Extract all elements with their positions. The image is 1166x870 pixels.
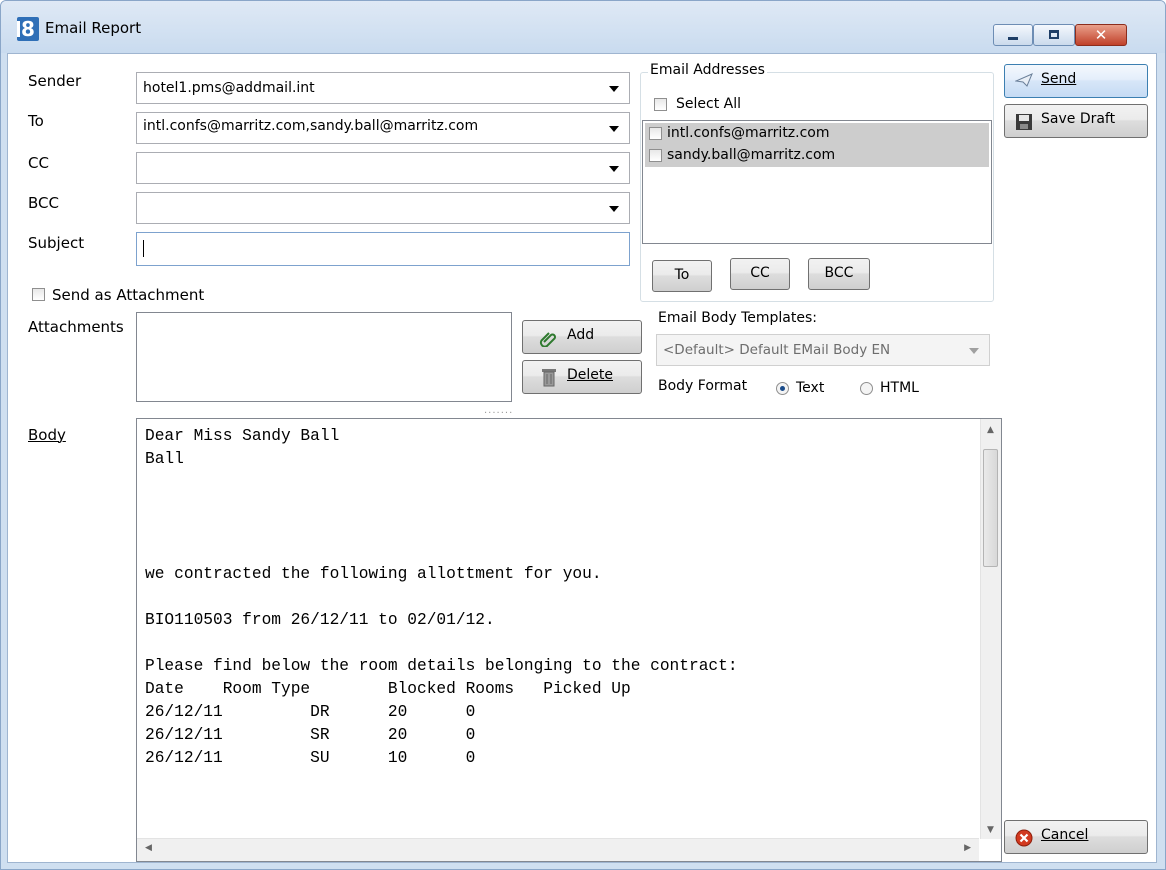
delete-label: Delete (567, 367, 613, 383)
templates-label: Email Body Templates: (658, 310, 817, 326)
dialog-client-area: Sender hotel1.pms@addmail.int To intl.co… (7, 53, 1157, 863)
title-bar[interactable]: 8 Email Report ✕ (1, 1, 1165, 53)
close-icon: ✕ (1094, 26, 1108, 44)
chevron-down-icon (609, 166, 619, 172)
chevron-down-icon (609, 86, 619, 92)
add-bcc-button[interactable]: BCC (808, 258, 870, 290)
horizontal-scrollbar[interactable]: ◀ ▶ (137, 838, 979, 861)
bcc-label: BCC (28, 194, 59, 212)
html-format-radio[interactable] (860, 382, 873, 395)
minimize-button[interactable] (993, 24, 1033, 46)
cc-label: CC (28, 154, 49, 172)
templates-combo[interactable]: <Default> Default EMail Body EN (656, 334, 990, 366)
to-combo[interactable]: intl.confs@marritz.com,sandy.ball@marrit… (136, 112, 630, 144)
subject-label: Subject (28, 234, 85, 252)
text-format-label: Text (796, 380, 825, 396)
email-addresses-title: Email Addresses (648, 62, 767, 78)
scroll-up-icon: ▲ (987, 425, 994, 435)
save-disk-icon (1016, 114, 1032, 130)
address-checkbox[interactable] (649, 149, 662, 162)
scroll-down-icon: ▼ (987, 825, 994, 835)
vertical-scrollbar[interactable]: ▲ ▼ (980, 419, 1001, 839)
paperclip-icon (539, 332, 556, 347)
bcc-button-label: BCC (824, 265, 854, 281)
paper-plane-icon (1015, 73, 1033, 87)
send-button[interactable]: Send (1004, 64, 1148, 98)
list-item[interactable]: intl.confs@marritz.com (645, 123, 989, 145)
chevron-down-icon (969, 348, 979, 354)
minimize-icon (1008, 37, 1018, 40)
close-button[interactable]: ✕ (1075, 24, 1127, 46)
list-item[interactable]: sandy.ball@marritz.com (645, 145, 989, 167)
select-all-label: Select All (676, 96, 741, 112)
body-format-label: Body Format (658, 378, 748, 394)
save-draft-button[interactable]: Save Draft (1004, 104, 1148, 138)
add-to-button[interactable]: To (652, 260, 712, 292)
send-as-attachment-checkbox[interactable] (32, 288, 45, 301)
save-draft-label: Save Draft (1041, 111, 1116, 127)
cancel-button[interactable]: Cancel (1004, 820, 1148, 854)
email-addresses-list[interactable]: intl.confs@marritz.com sandy.ball@marrit… (642, 120, 992, 244)
window-title: Email Report (45, 19, 142, 37)
chevron-down-icon (609, 126, 619, 132)
body-label: Body (28, 426, 66, 444)
maximize-button[interactable] (1033, 24, 1075, 46)
body-text: Dear Miss Sandy Ball Ball we contracted … (145, 427, 738, 767)
to-value: intl.confs@marritz.com,sandy.ball@marrit… (143, 118, 479, 134)
trash-icon (542, 369, 556, 387)
attachments-label: Attachments (28, 318, 124, 336)
app-logo-icon: 8 (17, 17, 39, 41)
add-label: Add (567, 327, 595, 343)
scroll-thumb[interactable] (983, 449, 998, 567)
send-label: Send (1041, 71, 1077, 87)
scroll-left-icon: ◀ (145, 843, 152, 853)
subject-input[interactable] (136, 232, 630, 266)
templates-value: <Default> Default EMail Body EN (663, 342, 891, 358)
address-label: intl.confs@marritz.com (667, 125, 830, 141)
html-format-label: HTML (880, 380, 919, 396)
delete-attachment-button[interactable]: Delete (522, 360, 642, 394)
body-textarea[interactable]: Dear Miss Sandy Ball Ball we contracted … (136, 418, 1002, 862)
sender-label: Sender (28, 72, 82, 90)
cancel-label: Cancel (1041, 827, 1089, 843)
attachments-list[interactable] (136, 312, 512, 402)
email-report-window: 8 Email Report ✕ Sender hotel1.pms@addma… (0, 0, 1166, 870)
text-caret (143, 240, 144, 257)
address-checkbox[interactable] (649, 127, 662, 140)
sender-value: hotel1.pms@addmail.int (143, 80, 315, 96)
maximize-icon (1049, 30, 1059, 39)
cc-button-label: CC (750, 265, 770, 281)
chevron-down-icon (609, 206, 619, 212)
add-cc-button[interactable]: CC (730, 258, 790, 290)
address-label: sandy.ball@marritz.com (667, 147, 836, 163)
sender-combo[interactable]: hotel1.pms@addmail.int (136, 72, 630, 104)
cancel-icon (1015, 829, 1033, 847)
select-all-checkbox[interactable] (654, 98, 667, 111)
to-label: To (28, 112, 44, 130)
add-attachment-button[interactable]: Add (522, 320, 642, 354)
bcc-combo[interactable] (136, 192, 630, 224)
cc-combo[interactable] (136, 152, 630, 184)
scroll-right-icon: ▶ (964, 843, 971, 853)
text-format-radio[interactable] (776, 382, 789, 395)
to-button-label: To (674, 267, 690, 283)
send-as-attachment-label: Send as Attachment (52, 286, 205, 304)
